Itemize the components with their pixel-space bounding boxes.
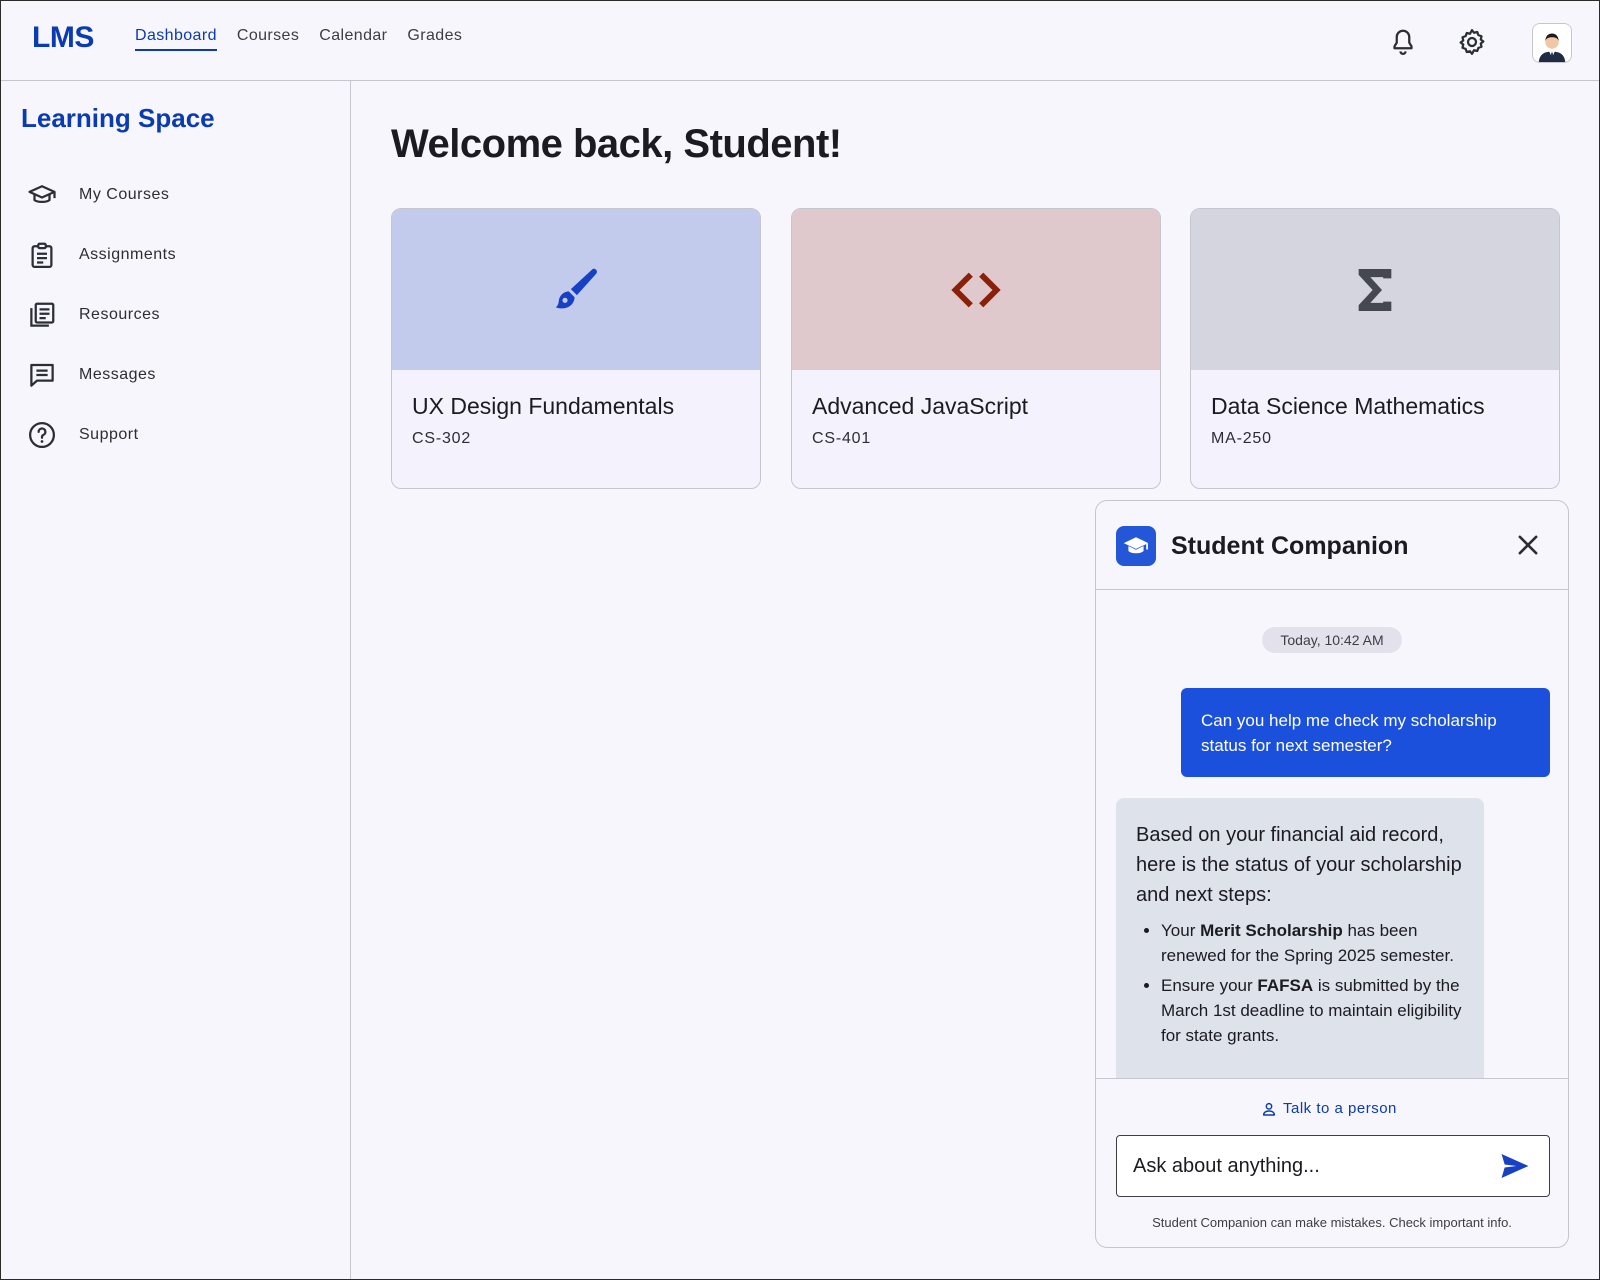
bell-icon[interactable]	[1388, 27, 1418, 57]
message-timestamp: Today, 10:42 AM	[1262, 627, 1402, 653]
course-code: MA-250	[1211, 430, 1272, 447]
page-title: Welcome back, Student!	[391, 122, 842, 166]
assistant-message: Based on your financial aid record, here…	[1116, 798, 1484, 1078]
disclaimer: Student Companion can make mistakes. Che…	[1152, 1215, 1512, 1230]
sigma-icon	[1358, 268, 1392, 311]
sidebar-item-messages[interactable]: Messages	[27, 355, 327, 395]
graduation-cap-icon	[28, 185, 56, 203]
help-icon	[29, 422, 55, 448]
course-card[interactable]: UX Design Fundamentals CS-302	[391, 208, 761, 489]
chat-messages[interactable]: Today, 10:42 AM Can you help me check my…	[1096, 591, 1568, 1078]
list-item: Your Merit Scholarship has been renewed …	[1161, 918, 1464, 968]
top-bar: LMS Dashboard Courses Calendar Grades	[1, 1, 1599, 81]
nav-calendar[interactable]: Calendar	[319, 27, 387, 51]
sidebar-item-my-courses[interactable]: My Courses	[27, 175, 327, 215]
code-icon	[951, 272, 1001, 307]
course-card[interactable]: Advanced JavaScript CS-401	[791, 208, 1161, 489]
sidebar-title: Learning Space	[21, 103, 215, 133]
course-banner	[392, 209, 760, 370]
sidebar-item-label: Assignments	[79, 246, 177, 263]
course-banner	[792, 209, 1160, 370]
chat-footer: Talk to a person Student Companion can m…	[1096, 1078, 1568, 1247]
close-icon[interactable]	[1514, 531, 1542, 559]
course-banner	[1191, 209, 1559, 370]
graduation-cap-icon	[1116, 526, 1156, 566]
course-name: UX Design Fundamentals	[412, 393, 675, 419]
sidebar-item-label: Messages	[79, 366, 156, 383]
course-code: CS-401	[812, 430, 872, 447]
nav-courses[interactable]: Courses	[237, 27, 299, 51]
sidebar-item-label: Support	[79, 426, 139, 443]
course-card[interactable]: Data Science Mathematics MA-250	[1190, 208, 1560, 489]
list-item: Ensure your FAFSA is submitted by the Ma…	[1161, 973, 1464, 1048]
send-icon[interactable]	[1498, 1149, 1532, 1183]
assistant-intro: Based on your financial aid record, here…	[1136, 824, 1462, 906]
clipboard-icon	[31, 242, 53, 268]
chat-input-box	[1116, 1135, 1550, 1197]
sidebar-item-resources[interactable]: Resources	[27, 295, 327, 335]
person-icon	[1262, 1102, 1276, 1116]
sidebar: Learning Space My Courses Assignments Re…	[1, 81, 351, 1279]
message-icon	[30, 363, 54, 387]
sidebar-item-label: Resources	[79, 306, 160, 323]
avatar[interactable]	[1532, 23, 1572, 63]
gear-icon[interactable]	[1457, 27, 1487, 57]
assistant-steps: Your Merit Scholarship has been renewed …	[1136, 918, 1464, 1048]
sidebar-item-support[interactable]: Support	[27, 415, 327, 455]
chat-header: Student Companion	[1096, 501, 1568, 590]
talk-to-person-link[interactable]: Talk to a person	[1261, 1100, 1397, 1117]
chat-input[interactable]	[1118, 1137, 1478, 1195]
sidebar-item-assignments[interactable]: Assignments	[27, 235, 327, 275]
course-code: CS-302	[412, 430, 472, 447]
student-companion-chat: Student Companion Today, 10:42 AM Can yo…	[1095, 500, 1569, 1248]
course-name: Data Science Mathematics	[1211, 393, 1485, 419]
library-icon	[30, 302, 55, 327]
nav-dashboard[interactable]: Dashboard	[135, 27, 217, 51]
brush-icon	[555, 268, 597, 308]
user-message: Can you help me check my scholarship sta…	[1181, 688, 1550, 777]
top-nav: Dashboard Courses Calendar Grades	[135, 27, 482, 51]
app-logo[interactable]: LMS	[32, 21, 94, 55]
course-name: Advanced JavaScript	[812, 393, 1029, 419]
talk-link-label: Talk to a person	[1283, 1100, 1397, 1117]
sidebar-item-label: My Courses	[79, 186, 170, 203]
chat-title: Student Companion	[1171, 532, 1409, 560]
nav-grades[interactable]: Grades	[407, 27, 462, 51]
